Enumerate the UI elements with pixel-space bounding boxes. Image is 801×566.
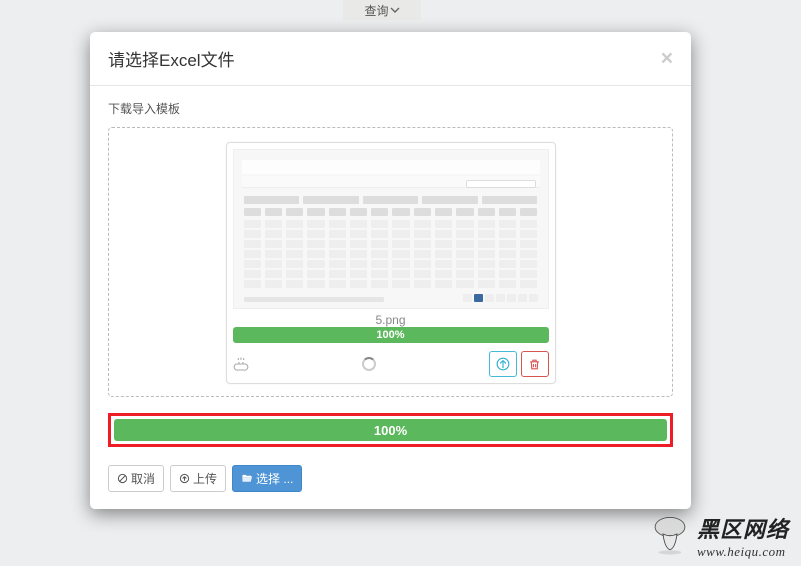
modal-title: 请选择Excel文件 (108, 46, 235, 71)
file-preview-card: 5.png 100% (226, 142, 556, 384)
file-name-label: 5.png (375, 313, 405, 327)
select-label: 选择 ... (256, 470, 293, 487)
select-file-button[interactable]: 选择 ... (232, 465, 302, 492)
download-template-link[interactable]: 下载导入模板 (108, 100, 180, 117)
overall-progress-bar: 100% (114, 419, 667, 441)
ban-icon (117, 473, 128, 484)
mushroom-logo-icon (649, 513, 691, 560)
upload-label: 上传 (193, 470, 217, 487)
file-progress-bar: 100% (233, 327, 549, 343)
delete-file-button[interactable] (521, 351, 549, 377)
modal-header: 请选择Excel文件 × (90, 32, 691, 86)
cancel-label: 取消 (131, 470, 155, 487)
overall-progress-highlight: 100% (108, 413, 673, 447)
watermark-en: www.heiqu.com (697, 544, 789, 560)
chevron-down-icon (390, 5, 400, 15)
folder-open-icon (241, 473, 253, 484)
drag-handle-icon[interactable] (233, 356, 249, 372)
excel-upload-modal: 请选择Excel文件 × 下载导入模板 (90, 32, 691, 509)
query-label: 查询 (364, 2, 388, 19)
loading-spinner-icon (362, 357, 376, 371)
upload-icon (179, 473, 190, 484)
upload-button[interactable]: 上传 (170, 465, 226, 492)
upload-file-button[interactable] (489, 351, 517, 377)
cancel-button[interactable]: 取消 (108, 465, 164, 492)
query-dropdown-button[interactable]: 查询 (343, 0, 421, 20)
file-drop-zone[interactable]: 5.png 100% (108, 127, 673, 397)
file-thumbnail (233, 149, 549, 309)
watermark-cn: 黑区网络 (697, 512, 789, 544)
modal-footer: 取消 上传 选择 ... (90, 457, 691, 504)
modal-body: 下载导入模板 (90, 86, 691, 457)
watermark: 黑区网络 www.heiqu.com (649, 512, 789, 560)
preview-toolbar (233, 351, 549, 377)
close-icon[interactable]: × (661, 47, 673, 71)
